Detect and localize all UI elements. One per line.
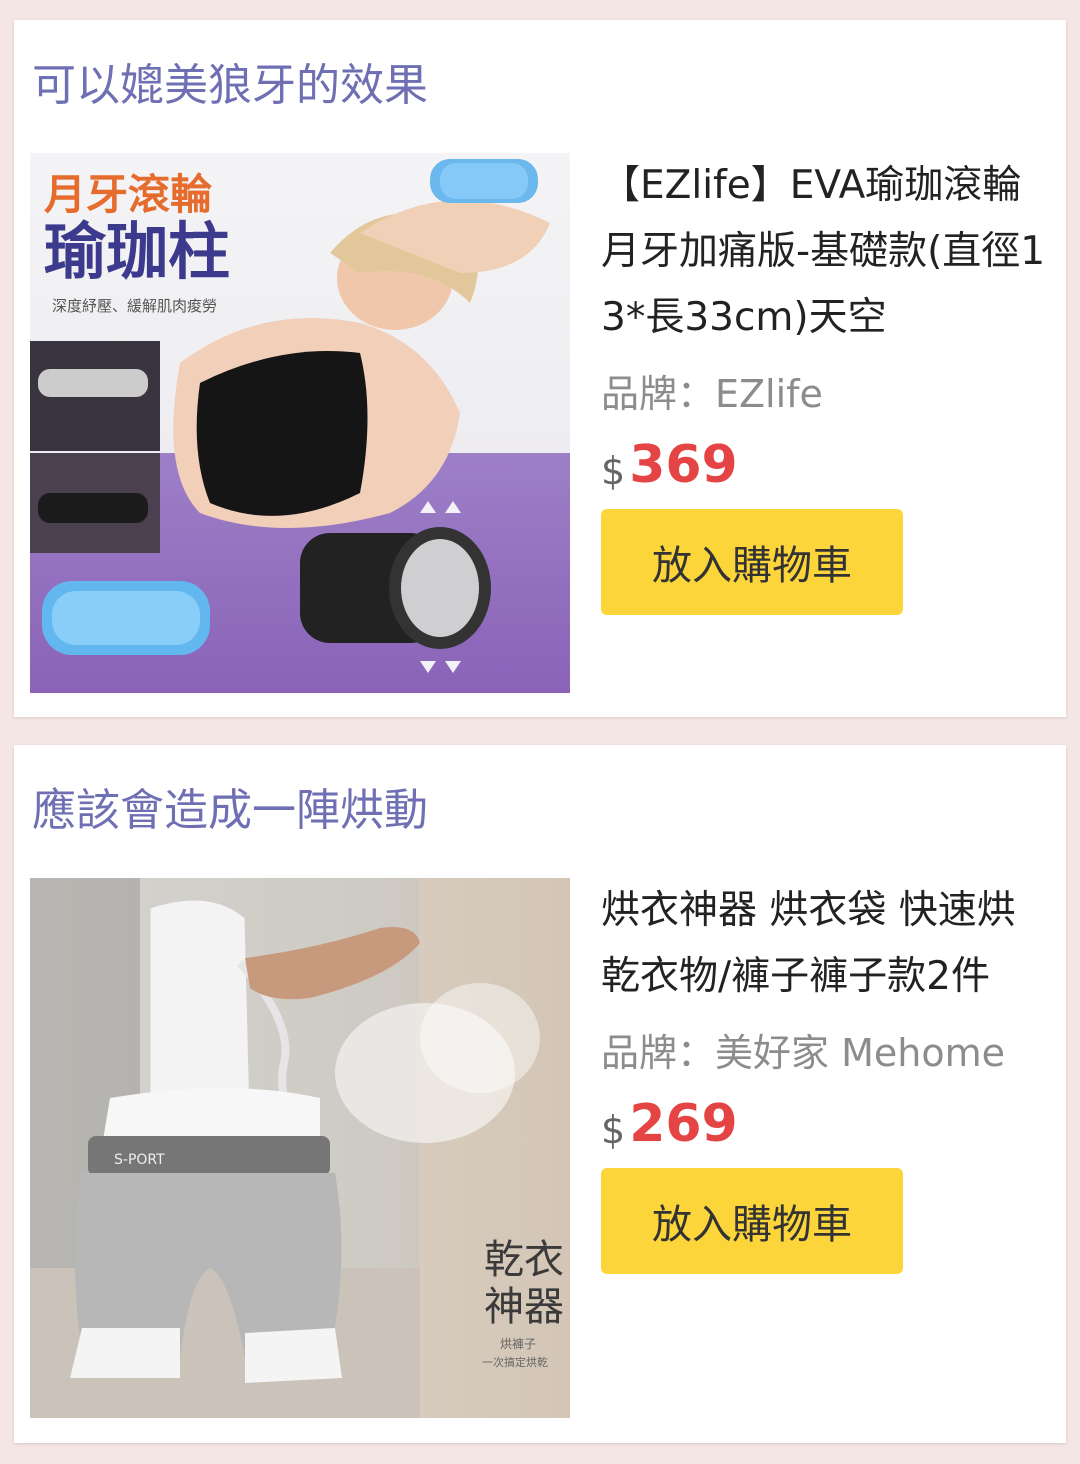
product-card: 可以媲美狼牙的效果 月牙滾輪 瑜珈柱 深度紓壓、緩解肌肉痠勞 【EZlife】E…	[14, 20, 1066, 717]
product-name[interactable]: 烘衣神器 烘衣袋 快速烘乾衣物/褲子褲子款2件	[601, 878, 1053, 1010]
image-title-line1: 乾衣	[484, 1237, 564, 1283]
image-title-line1: 月牙滾輪	[44, 170, 212, 219]
image-subtitle: 深度紓壓、緩解肌肉痠勞	[52, 297, 217, 315]
product-card: 應該會造成一陣烘動 S-PORT 乾衣 神器 烘褲子 一次搞定烘乾 烘衣神器 烘…	[14, 745, 1066, 1443]
product-info: 烘衣神器 烘衣袋 快速烘乾衣物/褲子褲子款2件 品牌：美好家 Mehome $ …	[601, 878, 1053, 1274]
image-subtitle1: 烘褲子	[500, 1337, 536, 1351]
image-title-line2: 瑜珈柱	[44, 215, 230, 288]
add-to-cart-button[interactable]: 放入購物車	[601, 509, 903, 615]
price-currency: $	[601, 1108, 626, 1152]
price-currency: $	[601, 449, 626, 493]
image-subtitle2: 一次搞定烘乾	[482, 1355, 548, 1369]
product-image-yoga-roller[interactable]: 月牙滾輪 瑜珈柱 深度紓壓、緩解肌肉痠勞	[30, 153, 570, 693]
image-title-line2: 神器	[484, 1284, 564, 1330]
product-price: $ 269	[601, 1088, 1053, 1154]
add-to-cart-button[interactable]: 放入購物車	[601, 1168, 903, 1274]
card-heading: 應該會造成一陣烘動	[32, 785, 428, 836]
waistband-text: S-PORT	[114, 1152, 165, 1168]
card-heading: 可以媲美狼牙的效果	[32, 60, 428, 111]
product-info: 【EZlife】EVA瑜珈滾輪月牙加痛版-基礎款(直徑13*長33cm)天空 品…	[601, 153, 1053, 615]
product-brand: 品牌：EZlife	[601, 372, 823, 416]
product-image-dryer-bag[interactable]: S-PORT 乾衣 神器 烘褲子 一次搞定烘乾	[30, 878, 570, 1418]
product-price: $ 369	[601, 429, 1053, 495]
product-name[interactable]: 【EZlife】EVA瑜珈滾輪月牙加痛版-基礎款(直徑13*長33cm)天空	[601, 153, 1053, 351]
price-value: 269	[629, 1094, 738, 1154]
product-brand: 品牌：美好家 Mehome	[601, 1031, 1005, 1075]
price-value: 369	[629, 435, 738, 495]
